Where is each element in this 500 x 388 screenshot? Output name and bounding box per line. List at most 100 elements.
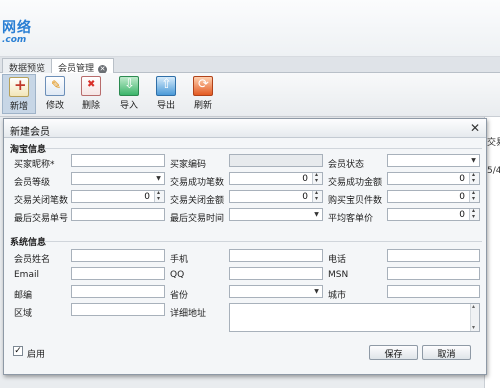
- refresh-button[interactable]: 刷新: [186, 74, 220, 114]
- buyer-nick-label: 买家昵称*: [14, 160, 55, 170]
- address-label: 详细地址: [170, 309, 207, 319]
- tab-data-preview[interactable]: 数据预览: [2, 58, 53, 74]
- chevron-down-icon: ▼: [156, 175, 161, 182]
- closed-amount-stepper[interactable]: 0: [229, 189, 323, 203]
- closed-trades-label: 交易关闭笔数: [14, 196, 69, 206]
- member-status-label: 会员状态: [328, 160, 365, 170]
- import-label: 导入: [119, 101, 138, 111]
- import-button[interactable]: 导入: [112, 74, 146, 114]
- avg-price-stepper[interactable]: 0: [387, 207, 480, 221]
- member-name-input[interactable]: [71, 249, 165, 262]
- chevron-down-icon: ▼: [471, 157, 476, 164]
- email-label: Email: [14, 270, 39, 280]
- delete-icon: [81, 76, 101, 96]
- dialog-title: 新建会员: [10, 127, 50, 138]
- edit-icon: [45, 76, 65, 96]
- success-trades-label: 交易成功笔数: [170, 178, 225, 188]
- postcode-input[interactable]: [71, 285, 165, 298]
- email-input[interactable]: [71, 267, 165, 280]
- section-divider: [44, 148, 482, 149]
- success-trades-stepper[interactable]: 0: [229, 171, 323, 185]
- dialog-title-bar: 新建会员 ✕: [4, 119, 486, 138]
- section-divider: [44, 241, 482, 242]
- chevron-down-icon: ▼: [314, 288, 319, 295]
- closed-trades-stepper[interactable]: 0: [71, 189, 165, 203]
- qq-input[interactable]: [229, 267, 323, 280]
- city-label: 城市: [328, 291, 347, 301]
- spinner-icon[interactable]: [312, 189, 322, 202]
- import-icon: [119, 76, 139, 96]
- province-label: 省份: [170, 291, 189, 301]
- success-amount-value: 0: [459, 174, 465, 184]
- closed-trades-value: 0: [144, 192, 150, 202]
- spinner-icon[interactable]: [469, 189, 479, 202]
- last-trade-time-label: 最后交易时间: [170, 214, 225, 224]
- closed-amount-label: 交易关闭金额: [170, 196, 225, 206]
- tab-bar: 数据预览 会员管理 ✕: [0, 57, 500, 74]
- edit-label: 修改: [45, 101, 64, 111]
- items-bought-stepper[interactable]: 0: [387, 189, 480, 203]
- last-trade-no-label: 最后交易单号: [14, 214, 69, 224]
- city-input[interactable]: [387, 285, 480, 298]
- new-member-dialog: 新建会员 ✕ 淘宝信息 买家昵称* 买家编码 会员状态 ▼ 会员等级 ▼ 交易成…: [3, 118, 487, 375]
- cancel-button[interactable]: 取消: [422, 345, 471, 360]
- logo-domain: .com: [2, 35, 27, 45]
- success-amount-stepper[interactable]: 0: [387, 171, 480, 185]
- spinner-icon[interactable]: [154, 189, 164, 202]
- last-trade-no-input[interactable]: [71, 208, 165, 221]
- export-icon: [156, 76, 176, 96]
- new-button[interactable]: 新增: [2, 74, 36, 114]
- province-select[interactable]: ▼: [229, 285, 323, 298]
- district-input[interactable]: [71, 303, 165, 316]
- chevron-down-icon: ▼: [314, 211, 319, 218]
- mobile-label: 手机: [170, 255, 189, 265]
- last-trade-time-picker[interactable]: ▼: [229, 208, 323, 221]
- msn-input[interactable]: [387, 267, 480, 280]
- success-trades-value: 0: [302, 174, 308, 184]
- mobile-input[interactable]: [229, 249, 323, 262]
- export-label: 导出: [156, 101, 175, 111]
- buyer-nick-input[interactable]: [71, 154, 165, 167]
- buyer-code-label: 买家编码: [170, 160, 207, 170]
- delete-button[interactable]: 删除: [74, 74, 108, 114]
- items-bought-value: 0: [459, 192, 465, 202]
- avg-price-value: 0: [459, 210, 465, 220]
- system-section-title: 系统信息: [10, 238, 47, 248]
- success-amount-label: 交易成功金额: [328, 178, 383, 188]
- taobao-section-title: 淘宝信息: [10, 145, 47, 155]
- member-status-select[interactable]: ▼: [387, 154, 480, 167]
- refresh-label: 刷新: [193, 101, 212, 111]
- logo: 网络: [2, 20, 32, 36]
- edit-button[interactable]: 修改: [38, 74, 72, 114]
- grid-column-header: 交易: [487, 138, 500, 148]
- new-icon: [9, 76, 29, 97]
- enabled-label: 启用: [27, 350, 46, 360]
- postcode-label: 邮编: [14, 291, 33, 301]
- refresh-icon: [193, 76, 213, 96]
- msn-label: MSN: [328, 270, 349, 280]
- district-label: 区域: [14, 309, 33, 319]
- export-button[interactable]: 导出: [149, 74, 183, 114]
- new-label: 新增: [9, 102, 28, 112]
- member-level-select[interactable]: ▼: [71, 172, 165, 185]
- grid-cell: 5/4: [487, 166, 500, 176]
- scrollbar[interactable]: [470, 303, 479, 331]
- tab-member-management[interactable]: 会员管理 ✕: [51, 58, 115, 74]
- spinner-icon[interactable]: [469, 171, 479, 184]
- items-bought-label: 购买宝贝件数: [328, 196, 383, 206]
- enabled-checkbox[interactable]: ✓: [13, 346, 23, 356]
- member-level-label: 会员等级: [14, 178, 51, 188]
- address-textarea[interactable]: [229, 303, 480, 332]
- spinner-icon[interactable]: [312, 171, 322, 184]
- close-icon[interactable]: ✕: [470, 121, 480, 135]
- phone-label: 电话: [328, 255, 347, 265]
- closed-amount-value: 0: [302, 192, 308, 202]
- avg-price-label: 平均客单价: [328, 214, 374, 224]
- delete-label: 删除: [81, 101, 100, 111]
- save-button[interactable]: 保存: [369, 345, 418, 360]
- member-name-label: 会员姓名: [14, 255, 51, 265]
- toolbar: 新增 修改 删除 导入 导出 刷新: [0, 73, 500, 117]
- phone-input[interactable]: [387, 249, 480, 262]
- spinner-icon[interactable]: [469, 207, 479, 220]
- qq-label: QQ: [170, 270, 185, 280]
